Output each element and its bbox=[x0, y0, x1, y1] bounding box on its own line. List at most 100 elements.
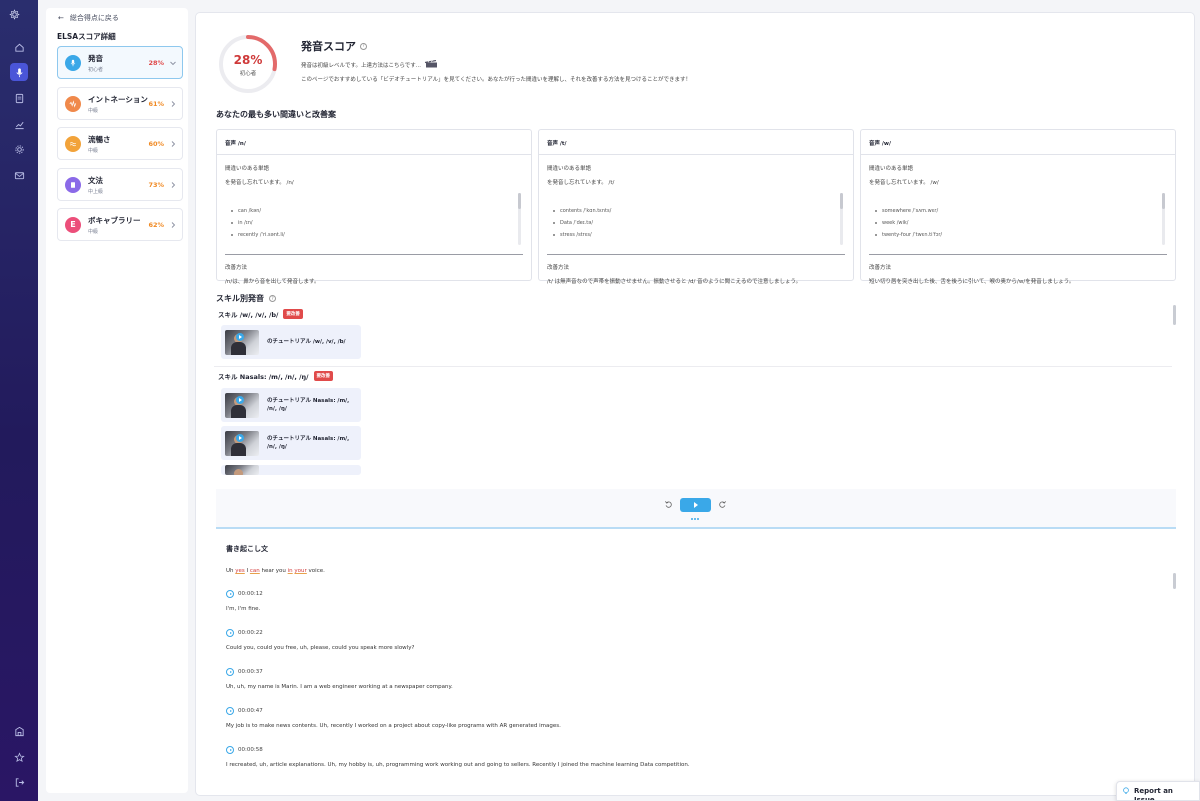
list-item[interactable]: contents /ˈkɑn.tɛnts/ bbox=[553, 205, 611, 217]
report-issue-button[interactable]: Report an Issue bbox=[1116, 781, 1200, 801]
divider bbox=[547, 254, 845, 255]
transcript-scrollbar[interactable] bbox=[1173, 573, 1176, 589]
timestamp[interactable]: 00:00:47 bbox=[226, 707, 263, 715]
book-icon bbox=[65, 176, 81, 193]
skill-level: 中級 bbox=[88, 107, 99, 114]
timestamp[interactable]: 00:00:22 bbox=[226, 629, 263, 637]
skill-item-fluency[interactable]: 流暢さ 中級 60% bbox=[57, 127, 183, 160]
score-description: 発音は初級レベルです。上達方法はこちらです... bbox=[301, 59, 438, 70]
play-circle-icon[interactable] bbox=[226, 746, 234, 754]
mistakes-section-title: あなたの最も多い間違いと改善案 bbox=[216, 109, 336, 120]
star-icon[interactable] bbox=[10, 748, 28, 766]
chart-icon[interactable] bbox=[10, 115, 28, 133]
app-logo-icon[interactable] bbox=[9, 9, 29, 29]
mistakes-title-text: あなたの最も多い間違いと改善案 bbox=[216, 110, 336, 119]
forward-icon[interactable] bbox=[718, 500, 727, 509]
skill-pct: 61% bbox=[148, 99, 164, 108]
skills-section-title: スキル別発音 ? bbox=[216, 293, 276, 304]
play-circle-icon[interactable] bbox=[226, 590, 234, 598]
logout-icon[interactable] bbox=[10, 773, 28, 791]
lightbulb-icon bbox=[1122, 787, 1130, 795]
rewind-icon[interactable] bbox=[664, 500, 673, 509]
audio-player bbox=[216, 489, 1176, 529]
skill-name: ボキャブラリー bbox=[88, 215, 141, 225]
mistake-card-head: 音声 /w/ bbox=[861, 130, 1175, 155]
document-icon[interactable] bbox=[10, 89, 28, 107]
divider bbox=[225, 254, 523, 255]
list-item[interactable]: can /kən/ bbox=[231, 205, 285, 217]
video-title: のチュートリアル Nasals: /m/, /n/, /ŋ/ bbox=[267, 435, 350, 450]
chevron-right-icon bbox=[168, 139, 178, 149]
timestamp[interactable]: 00:00:58 bbox=[226, 746, 263, 754]
back-link-label: 総合得点に戻る bbox=[69, 14, 119, 22]
mistake-card-t: 音声 /t/ 間違いのある単語 を発音し忘れています。 /t/ contents… bbox=[538, 129, 854, 285]
help-icon[interactable]: ? bbox=[269, 295, 276, 302]
play-button[interactable] bbox=[680, 498, 711, 512]
play-icon[interactable] bbox=[236, 434, 244, 442]
mistake-card-head: 音声 /n/ bbox=[217, 130, 531, 155]
video-tutorial-card[interactable]: のチュートリアル Nasals: /m/, /n/, /ŋ/ bbox=[221, 426, 361, 460]
app-rail bbox=[0, 0, 38, 801]
play-icon[interactable] bbox=[236, 333, 244, 341]
building-icon[interactable] bbox=[10, 722, 28, 740]
list-item[interactable]: stress /strɛs/ bbox=[553, 229, 611, 241]
list-item[interactable]: in /ɪn/ bbox=[231, 217, 285, 229]
play-circle-icon[interactable] bbox=[226, 668, 234, 676]
play-icon[interactable] bbox=[236, 396, 244, 404]
flow-icon bbox=[65, 135, 81, 152]
fix-text: /n/は、鼻から音を出して発音します。 bbox=[225, 279, 320, 285]
list-scrollbar[interactable] bbox=[1162, 193, 1165, 245]
fix-label: 改善方法 bbox=[547, 265, 570, 271]
mic-nav-icon[interactable] bbox=[10, 63, 28, 81]
mistake-card-w: 音声 /w/ 間違いのある単語 を発音し忘れています。 /w/ somewher… bbox=[860, 129, 1176, 285]
help-icon[interactable]: ? bbox=[360, 42, 367, 50]
timestamp[interactable]: 00:00:37 bbox=[226, 668, 263, 676]
missed-text: を発音し忘れています。 /n/ bbox=[225, 180, 294, 186]
video-tutorial-card-partial[interactable] bbox=[221, 465, 361, 475]
list-item[interactable]: week /wik/ bbox=[875, 217, 942, 229]
chevron-right-icon bbox=[168, 180, 178, 190]
skill-level: 中級 bbox=[88, 228, 99, 235]
video-tutorial-card[interactable]: のチュートリアル Nasals: /m/, /n/, /ŋ/ bbox=[221, 388, 361, 422]
video-tutorial-card[interactable]: のチュートリアル /w/, /v/, /b/ bbox=[221, 325, 361, 359]
skill-pct: 60% bbox=[148, 139, 164, 148]
skill-item-grammar[interactable]: 文法 中上級 73% bbox=[57, 168, 183, 201]
skill-item-vocabulary[interactable]: E ボキャブラリー 中級 62% bbox=[57, 208, 183, 241]
home-icon[interactable] bbox=[10, 38, 28, 56]
skill-pct: 73% bbox=[148, 180, 164, 189]
words-label: 間違いのある単語 bbox=[869, 166, 914, 172]
video-title: のチュートリアル /w/, /v/, /b/ bbox=[267, 338, 346, 345]
skill-group-text: スキル /w/, /v/, /b/ bbox=[218, 311, 279, 319]
mail-icon[interactable] bbox=[10, 166, 28, 184]
skill-group-label: スキル Nasals: /m/, /n/, /ŋ/ 要改善 bbox=[218, 371, 334, 381]
gear-icon[interactable] bbox=[10, 140, 28, 158]
list-scrollbar[interactable] bbox=[840, 193, 843, 245]
transcript-line: Uh, uh, my name is Marin. I am a web eng… bbox=[226, 684, 453, 690]
transcript-line: Uh yes I can hear you in your voice. bbox=[226, 568, 325, 574]
skill-level: 初心者 bbox=[88, 66, 104, 73]
main-content: 28% 初心者 発音スコア ? 発音は初級レベルです。上達方法はこちらです...… bbox=[195, 12, 1195, 796]
list-item[interactable]: Data /ˈdeɪ.tə/ bbox=[553, 217, 611, 229]
back-link[interactable]: ← 総合得点に戻る bbox=[58, 13, 119, 23]
panel-title: ELSAスコア詳細 bbox=[57, 32, 116, 41]
timestamp[interactable]: 00:00:12 bbox=[226, 590, 263, 598]
list-scrollbar[interactable] bbox=[518, 193, 521, 245]
mistake-card-head: 音声 /t/ bbox=[539, 130, 853, 155]
vocabulary-letter-icon: E bbox=[65, 216, 81, 233]
skill-group-text: スキル Nasals: /m/, /n/, /ŋ/ bbox=[218, 373, 309, 381]
fix-text: 短い切り唇を突き出した後、舌を後ろに引いて、喉の奥から/w/を発音しましょう。 bbox=[869, 279, 1075, 285]
skills-scrollbar[interactable] bbox=[1173, 305, 1176, 325]
fix-text: /t/ は無声音なので声帯を振動させません。振動させると /d/ 音のように聞こ… bbox=[547, 279, 802, 285]
play-circle-icon[interactable] bbox=[226, 707, 234, 715]
skill-name: イントネーション bbox=[88, 94, 148, 104]
mistake-card-n: 音声 /n/ 間違いのある単語 を発音し忘れています。 /n/ can /kən… bbox=[216, 129, 532, 285]
skills-title-text: スキル別発音 bbox=[216, 294, 264, 303]
skill-item-intonation[interactable]: イントネーション 中級 61% bbox=[57, 87, 183, 120]
missed-text: を発音し忘れています。 /t/ bbox=[547, 180, 615, 186]
list-item[interactable]: somewhere /ˈsʌm.wɛr/ bbox=[875, 205, 942, 217]
skill-item-pronunciation[interactable]: 発音 初心者 28% bbox=[57, 46, 183, 79]
play-circle-icon[interactable] bbox=[226, 629, 234, 637]
score-pct: 28% bbox=[233, 53, 263, 67]
skill-name: 流暢さ bbox=[88, 134, 111, 144]
video-thumbnail bbox=[225, 465, 259, 475]
